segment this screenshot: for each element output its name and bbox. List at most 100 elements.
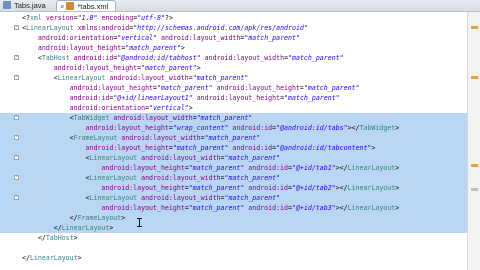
- code-line[interactable]: - <LinearLayout android:layout_width="ma…: [0, 193, 468, 203]
- code-line[interactable]: android:layout_height="match_parent">: [0, 63, 468, 73]
- code-token: </: [22, 254, 30, 262]
- code-token: android:orientation: [22, 104, 146, 112]
- fold-toggle-icon[interactable]: -: [14, 115, 19, 120]
- code-line[interactable]: - <TabHost android:id="@android:id/tabho…: [0, 53, 468, 63]
- code-token: "@+id/linearLayout1": [113, 94, 193, 102]
- ruler-marker[interactable]: [471, 188, 478, 191]
- code-token: android:id: [244, 204, 288, 212]
- code-token: TabHost: [45, 234, 74, 242]
- code-token: android:layout_height: [192, 94, 281, 102]
- fold-toggle-icon[interactable]: -: [14, 195, 19, 200]
- code-line[interactable]: - <TabWidget android:layout_width="match…: [0, 113, 468, 123]
- overview-ruler[interactable]: [467, 12, 480, 270]
- java-file-icon: [3, 1, 11, 9]
- code-token: </: [22, 214, 78, 222]
- code-token: "vertical": [149, 104, 189, 112]
- code-line[interactable]: android:orientation="vertical" android:l…: [0, 33, 468, 43]
- code-line[interactable]: - <FrameLayout android:layout_width="mat…: [0, 133, 468, 143]
- code-token: >: [109, 224, 114, 232]
- ruler-marker[interactable]: [471, 164, 478, 167]
- code-line[interactable]: </TabHost>: [0, 233, 468, 243]
- tab-tabs-xml[interactable]: × *tabs.xml: [56, 0, 116, 11]
- code-token: android:id: [244, 164, 288, 172]
- code-line[interactable]: - <LinearLayout xmlns:android="http://sch…: [0, 23, 468, 33]
- text-cursor-icon: [137, 218, 142, 227]
- code-token: ?>: [165, 14, 173, 22]
- fold-toggle-icon[interactable]: -: [14, 75, 19, 80]
- code-line[interactable]: [0, 243, 468, 253]
- code-token: android:layout_height: [22, 164, 185, 172]
- code-line[interactable]: android:layout_height="match_parent" and…: [0, 83, 468, 93]
- code-token: LinearLayout: [347, 164, 396, 172]
- code-token: LinearLayout: [61, 224, 110, 232]
- code-line[interactable]: android:orientation="vertical">: [0, 103, 468, 113]
- code-token: "match_parent": [244, 34, 300, 42]
- code-token: "1.0": [77, 14, 98, 22]
- fold-toggle-icon[interactable]: -: [14, 175, 19, 180]
- code-token: "match_parent": [196, 114, 253, 122]
- ruler-marker[interactable]: [471, 26, 478, 29]
- code-line[interactable]: - <LinearLayout android:layout_width="ma…: [0, 73, 468, 83]
- fold-toggle-icon[interactable]: -: [14, 55, 19, 60]
- code-line[interactable]: </LinearLayout>: [0, 223, 468, 233]
- code-token: LinearLayout: [57, 74, 106, 82]
- code-token: "@android:id/tabhost": [117, 54, 201, 62]
- code-token: android:layout_width: [117, 134, 201, 142]
- code-line[interactable]: </LinearLayout>: [0, 253, 468, 263]
- code-line[interactable]: android:layout_height="match_parent">: [0, 43, 468, 53]
- code-token: "@android:id/tabcontent": [276, 144, 372, 152]
- code-line[interactable]: </FrameLayout>: [0, 213, 468, 223]
- code-token: android:layout_width: [157, 34, 241, 42]
- code-line[interactable]: - <LinearLayout android:layout_width="ma…: [0, 173, 468, 183]
- code-token: "match_parent": [288, 54, 344, 62]
- code-token: "@+id/tab3": [291, 204, 336, 212]
- code-token: LinearLayout: [89, 174, 138, 182]
- code-token: TabWidget: [359, 124, 396, 132]
- code-token: android:layout_height: [22, 84, 154, 92]
- code-text: <?xml version="1.0" encoding="utf-8"?>: [22, 13, 173, 23]
- code-token: "match_parent": [141, 64, 197, 72]
- code-token: xml: [29, 14, 42, 22]
- code-line[interactable]: android:id="@+id/linearLayout1" android:…: [0, 93, 468, 103]
- fold-toggle-icon[interactable]: -: [14, 135, 19, 140]
- code-token: </: [22, 224, 62, 232]
- xml-code-editor[interactable]: <?xml version="1.0" encoding="utf-8"?> - <…: [0, 13, 468, 263]
- code-token: version: [41, 14, 74, 22]
- code-text: <LinearLayout android:layout_width="matc…: [22, 173, 281, 183]
- code-token: android:layout_width: [137, 174, 221, 182]
- fold-toggle-icon[interactable]: -: [14, 155, 19, 160]
- editor-tab-bar: Tabs.java × *tabs.xml: [0, 0, 480, 12]
- tab-label: *tabs.xml: [77, 2, 109, 11]
- code-text: android:id="@+id/linearLayout1" android:…: [22, 93, 340, 103]
- code-line[interactable]: android:layout_height="match_parent" and…: [0, 143, 468, 153]
- code-token: android:layout_width: [137, 194, 221, 202]
- ruler-marker[interactable]: [471, 76, 478, 79]
- close-icon[interactable]: ×: [60, 2, 64, 11]
- code-line[interactable]: android:layout_height="match_parent" and…: [0, 183, 468, 193]
- code-line[interactable]: <?xml version="1.0" encoding="utf-8"?>: [0, 13, 468, 23]
- code-line[interactable]: android:layout_height="wrap_content" and…: [0, 123, 468, 133]
- code-token: android:layout_width: [137, 154, 221, 162]
- code-token: >: [395, 124, 400, 132]
- fold-toggle-icon[interactable]: -: [14, 25, 19, 30]
- code-token: "match_parent": [188, 204, 245, 212]
- code-token: android:id: [69, 54, 114, 62]
- code-text: android:layout_height="match_parent" and…: [22, 203, 399, 213]
- code-token: "match_parent": [224, 154, 281, 162]
- code-text: android:layout_height="match_parent">: [22, 43, 185, 53]
- code-token: android:layout_height: [22, 44, 122, 52]
- code-token: encoding: [97, 14, 134, 22]
- code-token: "match_parent": [303, 84, 360, 92]
- code-token: "match_parent": [204, 134, 261, 142]
- code-token: "wrap_content": [172, 124, 229, 132]
- code-text: <TabHost android:id="@android:id/tabhost…: [22, 53, 344, 63]
- tab-tabs-java[interactable]: Tabs.java: [3, 0, 51, 11]
- code-token: <: [22, 154, 90, 162]
- code-text: <FrameLayout android:layout_width="match…: [22, 133, 261, 143]
- code-line[interactable]: android:layout_height="match_parent" and…: [0, 163, 468, 173]
- code-line[interactable]: android:layout_height="match_parent" and…: [0, 203, 468, 213]
- code-token: android:id: [228, 144, 273, 152]
- code-text: android:layout_height="match_parent" and…: [22, 183, 399, 193]
- code-line[interactable]: - <LinearLayout android:layout_width="ma…: [0, 153, 468, 163]
- code-token: android:id: [22, 94, 110, 102]
